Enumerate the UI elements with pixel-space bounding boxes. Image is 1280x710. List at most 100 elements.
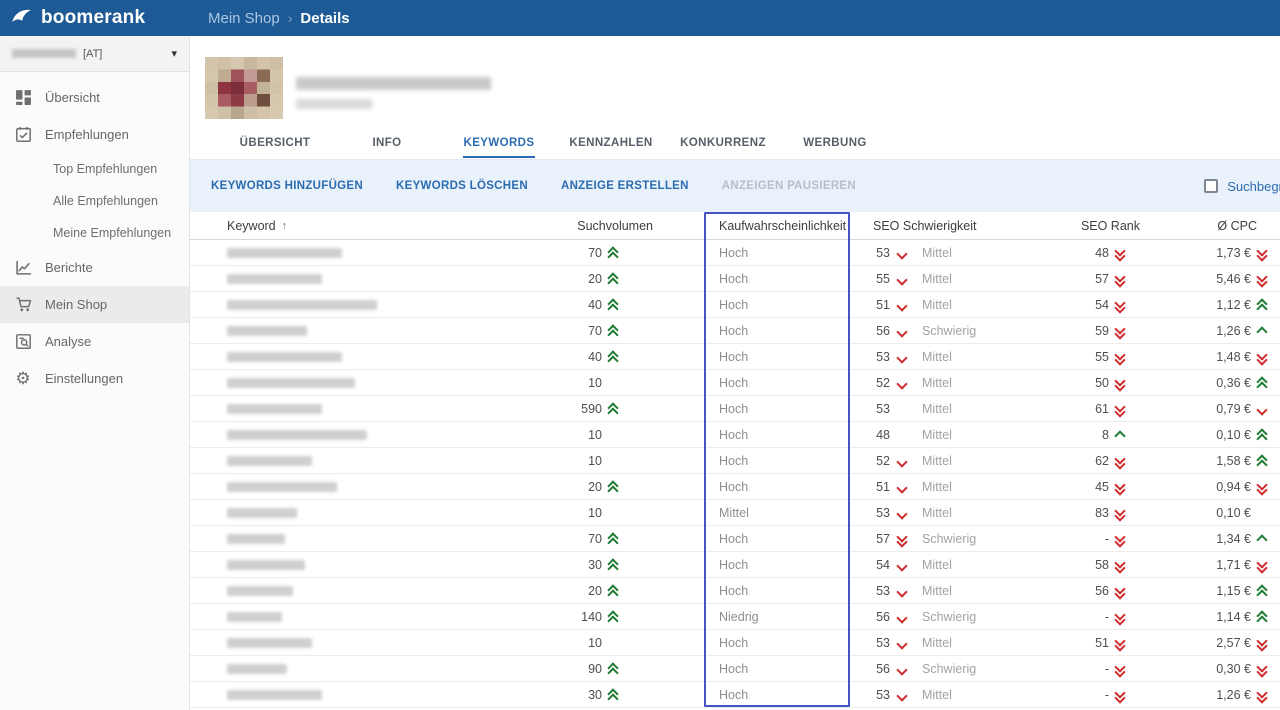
tab-info[interactable]: INFO — [331, 125, 443, 159]
column-header-keyword[interactable]: Keyword ↑ — [190, 212, 570, 239]
cell-suchvolumen: 90 — [570, 656, 705, 681]
table-row-13[interactable]: 30 Hoch 54 Mittel 58 1,71 € — [190, 552, 1280, 578]
cell-suchvolumen: 10 — [570, 370, 705, 395]
cell-seo-rank: - — [1080, 526, 1205, 551]
table-row-3[interactable]: 40 Hoch 51 Mittel 54 1,12 € — [190, 292, 1280, 318]
tab-keywords[interactable]: KEYWORDS — [443, 125, 555, 159]
cell-kaufwahrscheinlichkeit: Niedrig — [705, 604, 850, 629]
table-row-14[interactable]: 20 Hoch 53 Mittel 56 1,15 € — [190, 578, 1280, 604]
gear-icon: ⚙ — [15, 370, 30, 387]
keyword-redacted — [227, 664, 287, 674]
sidebar-item-analyse[interactable]: Analyse — [0, 323, 189, 360]
breadcrumb: Mein Shop › Details — [208, 10, 350, 27]
sidebar-item-meine-empfehlungen[interactable]: Meine Empfehlungen — [0, 217, 189, 249]
doc-search-icon — [15, 333, 32, 350]
seo-rank-trend-icon — [1113, 480, 1127, 494]
keywords-hinzufuegen-button[interactable]: KEYWORDS HINZUFÜGEN — [207, 174, 367, 198]
table-row-9[interactable]: 10 Hoch 52 Mittel 62 1,58 € — [190, 448, 1280, 474]
table-row-8[interactable]: 10 Hoch 48 Mittel 8 0,10 € — [190, 422, 1280, 448]
table-row-7[interactable]: 590 Hoch 53 Mittel 61 0,79 € — [190, 396, 1280, 422]
seo-schwierigkeit-trend-icon — [895, 558, 909, 572]
column-header-keyword-label: Keyword — [227, 219, 276, 233]
cell-seo-rank: 50 — [1080, 370, 1205, 395]
table-row-1[interactable]: 70 Hoch 53 Mittel 48 1,73 € — [190, 240, 1280, 266]
column-header-suchvolumen[interactable]: Suchvolumen — [570, 212, 705, 239]
seo-rank-trend-icon — [1113, 428, 1127, 442]
table-row-15[interactable]: 140 Niedrig 56 Schwierig - 1,14 € — [190, 604, 1280, 630]
sidebar-item-berichte[interactable]: Berichte — [0, 249, 189, 286]
cell-seo-schwierigkeit: 56 Schwierig — [850, 318, 1080, 343]
seo-schwierigkeit-trend-icon — [895, 610, 909, 624]
keyword-redacted — [227, 352, 342, 362]
sidebar-item-label: Empfehlungen — [45, 127, 129, 142]
suchvolumen-trend-icon — [606, 688, 620, 702]
shop-name-line2-redacted — [296, 99, 372, 109]
cell-keyword — [190, 318, 570, 343]
cell-seo-schwierigkeit: 53 Mittel — [850, 396, 1080, 421]
table-header: Keyword ↑ Suchvolumen Kaufwahrscheinlich… — [190, 212, 1280, 240]
table-row-10[interactable]: 20 Hoch 51 Mittel 45 0,94 € — [190, 474, 1280, 500]
tab-uebersicht[interactable]: ÜBERSICHT — [219, 125, 331, 159]
anzeige-erstellen-button[interactable]: ANZEIGE ERSTELLEN — [557, 174, 693, 198]
keyword-redacted — [227, 638, 312, 648]
cell-kaufwahrscheinlichkeit: Hoch — [705, 630, 850, 655]
sidebar-item-label: Alle Empfehlungen — [53, 194, 158, 208]
cell-cpc: 1,26 € — [1205, 682, 1280, 707]
cell-seo-rank: 58 — [1080, 552, 1205, 577]
seo-schwierigkeit-trend-icon — [895, 532, 909, 546]
table-row-16[interactable]: 10 Hoch 53 Mittel 51 2,57 € — [190, 630, 1280, 656]
table-row-6[interactable]: 10 Hoch 52 Mittel 50 0,36 € — [190, 370, 1280, 396]
cell-cpc: 2,57 € — [1205, 630, 1280, 655]
sidebar-item-label: Mein Shop — [45, 297, 107, 312]
cell-seo-schwierigkeit: 56 Schwierig — [850, 604, 1080, 629]
suchbegriffe-checkbox[interactable] — [1204, 179, 1218, 193]
column-header-kaufwahrscheinlichkeit[interactable]: Kaufwahrscheinlichkeit — [705, 212, 850, 239]
account-selector[interactable]: [AT] ▾ — [0, 36, 189, 72]
brand[interactable]: boomerank — [0, 7, 190, 30]
table-row-12[interactable]: 70 Hoch 57 Schwierig - 1,34 € — [190, 526, 1280, 552]
cell-seo-rank: 48 — [1080, 240, 1205, 265]
sidebar-item-einstellungen[interactable]: ⚙ Einstellungen — [0, 360, 189, 397]
app-viewport: boomerank Mein Shop › Details [AT] ▾ Übe… — [0, 0, 1280, 710]
tab-kennzahlen[interactable]: KENNZAHLEN — [555, 125, 667, 159]
cell-kaufwahrscheinlichkeit: Hoch — [705, 318, 850, 343]
sidebar-item-uebersicht[interactable]: Übersicht — [0, 79, 189, 116]
sort-ascending-icon: ↑ — [282, 220, 288, 232]
cpc-trend-icon — [1255, 532, 1269, 546]
suchvolumen-trend-icon — [606, 558, 620, 572]
sidebar-item-empfehlungen[interactable]: Empfehlungen — [0, 116, 189, 153]
keywords-loeschen-button[interactable]: KEYWORDS LÖSCHEN — [392, 174, 532, 198]
chart-line-icon — [15, 259, 32, 276]
tab-werbung[interactable]: WERBUNG — [779, 125, 891, 159]
table-row-17[interactable]: 90 Hoch 56 Schwierig - 0,30 € — [190, 656, 1280, 682]
sidebar-item-alle-empfehlungen[interactable]: Alle Empfehlungen — [0, 185, 189, 217]
seo-schwierigkeit-trend-icon — [895, 506, 909, 520]
tab-konkurrenz[interactable]: KONKURRENZ — [667, 125, 779, 159]
cell-kaufwahrscheinlichkeit: Hoch — [705, 578, 850, 603]
seo-rank-trend-icon — [1113, 246, 1127, 260]
cell-kaufwahrscheinlichkeit: Hoch — [705, 656, 850, 681]
cell-kaufwahrscheinlichkeit: Hoch — [705, 474, 850, 499]
seo-schwierigkeit-trend-icon — [895, 662, 909, 676]
account-region-tag: [AT] — [83, 48, 102, 60]
keywords-table: Keyword ↑ Suchvolumen Kaufwahrscheinlich… — [190, 212, 1280, 710]
table-row-5[interactable]: 40 Hoch 53 Mittel 55 1,48 € — [190, 344, 1280, 370]
sidebar-item-mein-shop[interactable]: Mein Shop — [0, 286, 189, 323]
column-header-cpc[interactable]: Ø CPC — [1205, 212, 1280, 239]
cell-kaufwahrscheinlichkeit: Hoch — [705, 552, 850, 577]
cell-seo-rank: 57 — [1080, 266, 1205, 291]
table-row-18[interactable]: 30 Hoch 53 Mittel - 1,26 € — [190, 682, 1280, 708]
sidebar-item-top-empfehlungen[interactable]: Top Empfehlungen — [0, 153, 189, 185]
table-row-2[interactable]: 20 Hoch 55 Mittel 57 5,46 € — [190, 266, 1280, 292]
cell-seo-schwierigkeit: 55 Mittel — [850, 266, 1080, 291]
column-header-seo-rank[interactable]: SEO Rank — [1080, 212, 1205, 239]
column-header-seo-schwierigkeit[interactable]: SEO Schwierigkeit — [850, 212, 1080, 239]
cell-suchvolumen: 40 — [570, 344, 705, 369]
table-row-11[interactable]: 10 Mittel 53 Mittel 83 0,10 € — [190, 500, 1280, 526]
cell-seo-rank: 62 — [1080, 448, 1205, 473]
keyword-redacted — [227, 560, 305, 570]
table-row-4[interactable]: 70 Hoch 56 Schwierig 59 1,26 € — [190, 318, 1280, 344]
cell-keyword — [190, 656, 570, 681]
breadcrumb-parent[interactable]: Mein Shop — [208, 10, 280, 27]
suchvolumen-trend-icon — [606, 454, 620, 468]
